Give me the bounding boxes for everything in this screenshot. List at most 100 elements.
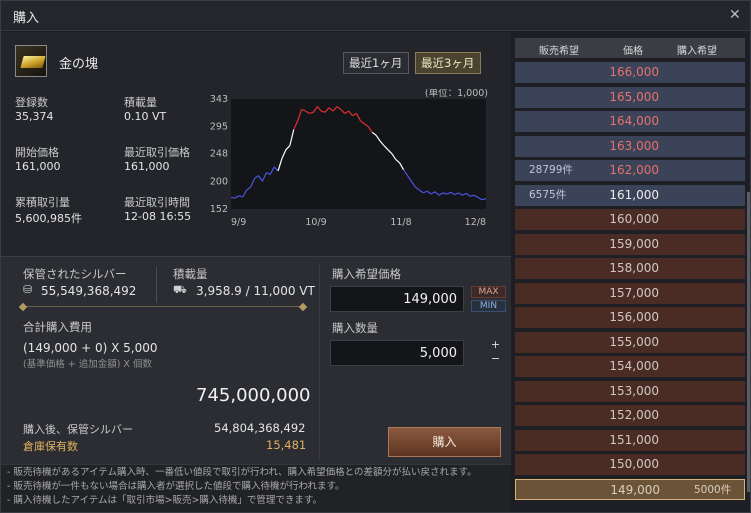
storage-count-value: 15,481 xyxy=(266,438,307,452)
quantity-minus-button[interactable]: − xyxy=(489,353,502,365)
orderbook-row[interactable]: 153,000 xyxy=(515,380,745,402)
header-sell: 販売希望 xyxy=(539,46,579,57)
after-silver-value: 54,804,368,492 xyxy=(214,421,306,435)
orderbook-row[interactable]: 150,000 xyxy=(515,454,745,475)
orderbook-panel: 販売希望 価格 購入希望 166,000 165,000 164,000 163,00… xyxy=(513,32,750,512)
x-tick-label: 12/8 xyxy=(465,217,486,228)
y-tick-label: 295 xyxy=(210,122,228,133)
order-count: 6575件 xyxy=(529,188,567,201)
min-button[interactable]: MIN xyxy=(471,300,506,312)
notes-area: - 販売待機があるアイテム購入時、一番低い値段で取引が行われ、購入希望価格との差… xyxy=(1,464,511,512)
orderbook-row[interactable]: 155,000 xyxy=(515,331,745,353)
order-price: 160,000 xyxy=(609,212,659,226)
orderbook-row[interactable]: 158,000 xyxy=(515,258,745,279)
price-line-segment xyxy=(230,196,236,199)
chart-plot-area xyxy=(231,99,486,209)
start-price-value: 161,000 xyxy=(15,160,61,173)
orderbook-row[interactable]: 163,000 xyxy=(515,135,745,157)
orderbook-row[interactable]: 6575件 161,000 xyxy=(515,184,745,206)
silver-label: 保管されたシルバー xyxy=(23,267,127,281)
period-3-months-button[interactable]: 最近3ヶ月 xyxy=(415,52,481,74)
silver-value: 55,549,368,492 xyxy=(41,284,137,298)
cost-formula-note: (基準価格 + 追加金額) X 個数 xyxy=(23,359,152,370)
total-trades-value: 5,600,985件 xyxy=(15,212,82,225)
orderbook-row[interactable]: 164,000 xyxy=(515,111,745,132)
capacity-value: 3,958.9 / 11,000 VT xyxy=(196,284,315,298)
silver-divider xyxy=(156,267,157,303)
recent-price-label: 最近取引価格 xyxy=(124,146,190,159)
order-price: 152,000 xyxy=(609,408,659,422)
orderbook-row[interactable]: 152,000 xyxy=(515,405,745,426)
orderbook-row[interactable]: 166,000 xyxy=(515,62,745,83)
total-trades-label: 累積取引量 xyxy=(15,196,70,209)
qty-label: 購入数量 xyxy=(332,321,378,335)
orderbook-row[interactable]: 157,000 xyxy=(515,282,745,304)
order-price: 161,000 xyxy=(609,187,659,202)
quantity-plus-button[interactable]: + xyxy=(489,339,502,351)
orderbook-row[interactable]: 5000件 149,000 xyxy=(515,478,745,500)
recent-price-value: 161,000 xyxy=(124,160,170,173)
title-bar[interactable]: 購入 ✕ xyxy=(1,1,750,31)
max-button[interactable]: MAX xyxy=(471,286,506,298)
order-price: 165,000 xyxy=(609,89,659,104)
order-price: 156,000 xyxy=(609,310,659,324)
order-price: 153,000 xyxy=(609,383,659,398)
after-silver-label: 購入後、保管シルバー xyxy=(23,423,133,436)
silver-coins-icon: ⛁ xyxy=(23,283,33,296)
note-line: - 購入待機したアイテムは「取引市場>販売>購入待機」で管理できます。 xyxy=(7,495,322,506)
order-price: 162,000 xyxy=(609,163,659,177)
registered-label: 登録数 xyxy=(15,96,48,109)
orderbook-row[interactable]: 28799件 162,000 xyxy=(515,160,745,181)
period-1-month-button[interactable]: 最近1ヶ月 xyxy=(343,52,409,74)
price-input[interactable] xyxy=(330,286,464,312)
y-tick-label: 343 xyxy=(210,94,228,105)
total-cost-value: 745,000,000 xyxy=(196,385,311,406)
order-count: 5000件 xyxy=(694,483,732,496)
header-buy: 購入希望 xyxy=(677,46,717,57)
note-line: - 販売待機が一件もない場合は購入者が選択した値段で購入待機が行われます。 xyxy=(7,481,345,492)
order-price: 159,000 xyxy=(609,236,659,251)
weight-value: 0.10 VT xyxy=(124,110,167,123)
orderbook-scrollbar[interactable] xyxy=(747,192,750,492)
order-price: 166,000 xyxy=(609,65,659,79)
orderbook-header: 販売希望 価格 購入希望 xyxy=(515,38,745,58)
order-price: 151,000 xyxy=(609,432,659,447)
registered-value: 35,374 xyxy=(15,110,54,123)
orderbook-row[interactable]: 154,000 xyxy=(515,356,745,377)
y-tick-label: 248 xyxy=(210,149,228,160)
quantity-input[interactable] xyxy=(330,340,464,366)
y-tick-label: 200 xyxy=(210,176,228,187)
x-tick-label: 9/9 xyxy=(231,217,246,228)
x-tick-label: 11/8 xyxy=(390,217,411,228)
orderbook-row[interactable]: 151,000 xyxy=(515,429,745,451)
order-price: 163,000 xyxy=(609,138,659,153)
order-price: 154,000 xyxy=(609,359,659,373)
separator-line xyxy=(23,306,303,307)
window-title: 購入 xyxy=(13,11,40,26)
y-tick-label: 152 xyxy=(210,204,228,215)
header-price: 価格 xyxy=(623,46,643,57)
cost-formula: (149,000 + 0) X 5,000 xyxy=(23,341,158,355)
gold-bar-icon xyxy=(15,45,47,77)
order-price: 157,000 xyxy=(609,285,659,300)
order-price: 164,000 xyxy=(609,114,659,128)
start-price-label: 開始価格 xyxy=(15,146,59,159)
recent-time-value: 12-08 16:55 xyxy=(124,210,192,223)
chart-unit-note: (単位：1,000) xyxy=(425,89,488,99)
order-price: 155,000 xyxy=(609,334,659,349)
price-history-chart: 343 295 248 200 152 9/9 10/9 11/8 12/8 (単位：1,00… xyxy=(210,89,488,228)
buy-button[interactable]: 購入 xyxy=(388,427,501,457)
orderbook-row[interactable]: 159,000 xyxy=(515,233,745,255)
purchase-window: 購入 ✕ 金の塊 最近1ヶ月 最近3ヶ月 登録数 35,374 積載量 0.10… xyxy=(0,0,751,513)
note-line: - 販売待機があるアイテム購入時、一番低い値段で取引が行われ、購入希望価格との差… xyxy=(7,467,477,478)
close-icon[interactable]: ✕ xyxy=(729,7,741,23)
orderbook-row[interactable]: 165,000 xyxy=(515,86,745,108)
order-price: 158,000 xyxy=(609,261,659,275)
orderbook-row[interactable]: 160,000 xyxy=(515,209,745,230)
orderbook-row[interactable]: 156,000 xyxy=(515,307,745,328)
storage-count-label: 倉庫保有数 xyxy=(23,440,78,453)
capacity-label: 積載量 xyxy=(173,267,208,281)
recent-time-label: 最近取引時間 xyxy=(124,196,190,209)
price-label: 購入希望価格 xyxy=(332,267,401,281)
panel-divider xyxy=(319,263,320,459)
